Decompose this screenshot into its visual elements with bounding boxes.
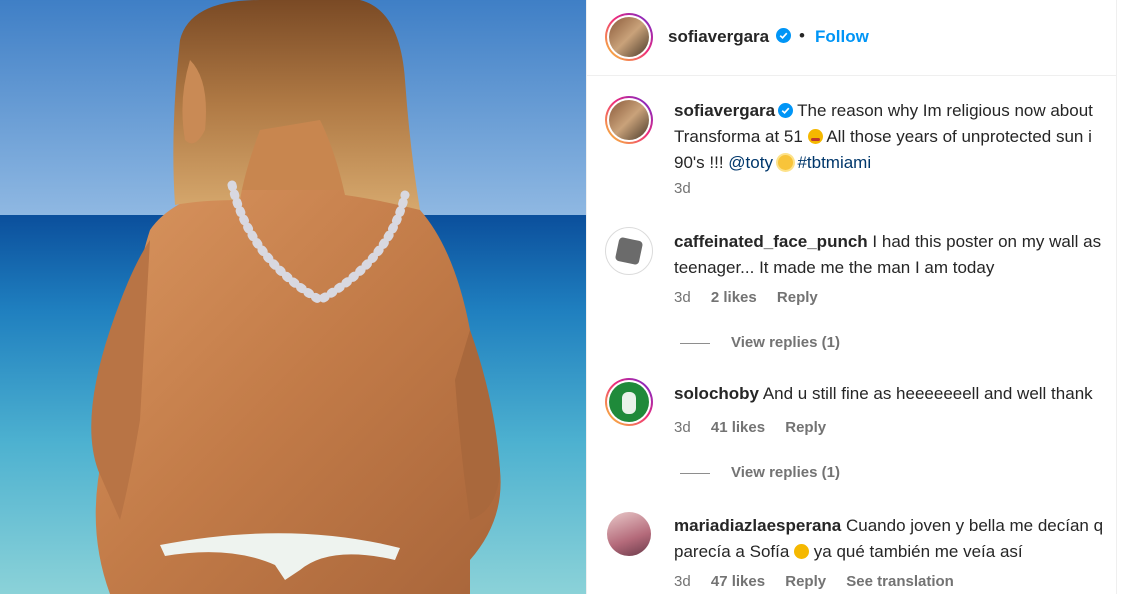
comments-panel: sofiavergara • Follow sofiavergara The re… xyxy=(587,0,1121,594)
caption-story-ring[interactable] xyxy=(605,96,653,144)
view-replies-label: View replies (1) xyxy=(731,334,840,351)
follow-button[interactable]: Follow xyxy=(815,27,869,47)
verified-badge-icon xyxy=(776,28,791,43)
mention-link[interactable]: @toty xyxy=(728,153,773,172)
comment-likes[interactable]: 47 likes xyxy=(711,573,765,590)
view-replies-button[interactable]: View replies (1) xyxy=(680,334,840,351)
reply-button[interactable]: Reply xyxy=(777,289,818,306)
comment-meta: 3d 41 likes Reply xyxy=(674,419,842,436)
comment-likes[interactable]: 2 likes xyxy=(711,289,757,306)
replies-line xyxy=(680,342,710,344)
comment-avatar[interactable] xyxy=(607,512,651,556)
comment-username[interactable]: solochoby xyxy=(674,384,759,403)
wink-emoji xyxy=(794,544,810,559)
caption-time[interactable]: 3d xyxy=(674,180,691,197)
scroll-edge xyxy=(1116,0,1117,594)
comment-text: teenager... It made me the man I am toda… xyxy=(674,258,995,277)
comment-text: I had this poster on my wall as xyxy=(872,232,1102,251)
comment-time[interactable]: 3d xyxy=(674,419,691,436)
hashtag-link[interactable]: #tbtmiami xyxy=(797,153,871,172)
comment-text: parecía a Sofía xyxy=(674,542,790,561)
comment-story-ring[interactable] xyxy=(605,378,653,426)
caption-line3: 90's !!! xyxy=(674,153,724,172)
verified-badge-icon xyxy=(778,103,794,118)
post-image xyxy=(0,0,586,594)
comment-meta: 3d 47 likes Reply See translation xyxy=(674,573,970,590)
story-ring[interactable] xyxy=(605,13,653,61)
comment-text: ya qué también me veía así xyxy=(813,542,1023,561)
comment: caffeinated_face_punch I had this poster… xyxy=(674,229,1121,281)
comment-time[interactable]: 3d xyxy=(674,289,691,306)
view-replies-label: View replies (1) xyxy=(731,464,840,481)
caption-line2-rest: All those years of unprotected sun i xyxy=(826,127,1092,146)
see-translation-button[interactable]: See translation xyxy=(846,573,954,590)
comment-likes[interactable]: 41 likes xyxy=(711,419,765,436)
comment-username[interactable]: caffeinated_face_punch xyxy=(674,232,868,251)
caption-line1: The reason why Im religious now about xyxy=(797,101,1093,120)
comment: mariadiazlaesperana Cuando joven y bella… xyxy=(674,513,1121,565)
comment-avatar[interactable] xyxy=(605,227,653,275)
sun-emoji xyxy=(777,155,793,170)
caption-meta: 3d xyxy=(674,180,707,197)
post-photo[interactable] xyxy=(0,0,586,594)
reply-button[interactable]: Reply xyxy=(785,573,826,590)
caption-line2: Transforma at 51 xyxy=(674,127,803,146)
comment-meta: 3d 2 likes Reply xyxy=(674,289,834,306)
comment-time[interactable]: 3d xyxy=(674,573,691,590)
avatar[interactable] xyxy=(609,17,649,57)
replies-line xyxy=(680,472,710,474)
caption: sofiavergara The reason why Im religious … xyxy=(674,98,1121,176)
comment-avatar[interactable] xyxy=(609,382,649,422)
separator-dot: • xyxy=(799,26,805,45)
post-header: sofiavergara • Follow xyxy=(587,0,1117,76)
comment-text: And u still fine as heeeeeeell and well … xyxy=(762,384,1093,403)
header-username[interactable]: sofiavergara xyxy=(668,27,769,47)
view-replies-button[interactable]: View replies (1) xyxy=(680,464,840,481)
caption-username[interactable]: sofiavergara xyxy=(674,101,775,120)
reply-button[interactable]: Reply xyxy=(785,419,826,436)
comment: solochoby And u still fine as heeeeeeell… xyxy=(674,381,1121,407)
persevering-face-emoji xyxy=(807,129,823,144)
caption-avatar[interactable] xyxy=(609,100,649,140)
comment-text: Cuando joven y bella me decían q xyxy=(846,516,1104,535)
comment-username[interactable]: mariadiazlaesperana xyxy=(674,516,841,535)
